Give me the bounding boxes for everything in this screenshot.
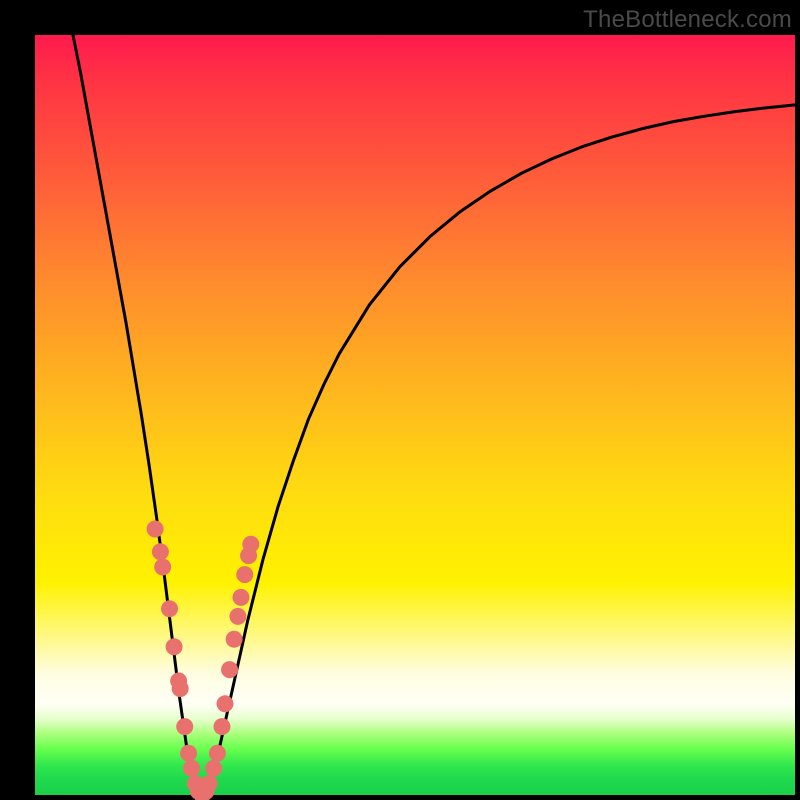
- plot-area: [35, 35, 795, 795]
- chart-frame: TheBottleneck.com: [0, 0, 800, 800]
- watermark-text: TheBottleneck.com: [583, 6, 792, 34]
